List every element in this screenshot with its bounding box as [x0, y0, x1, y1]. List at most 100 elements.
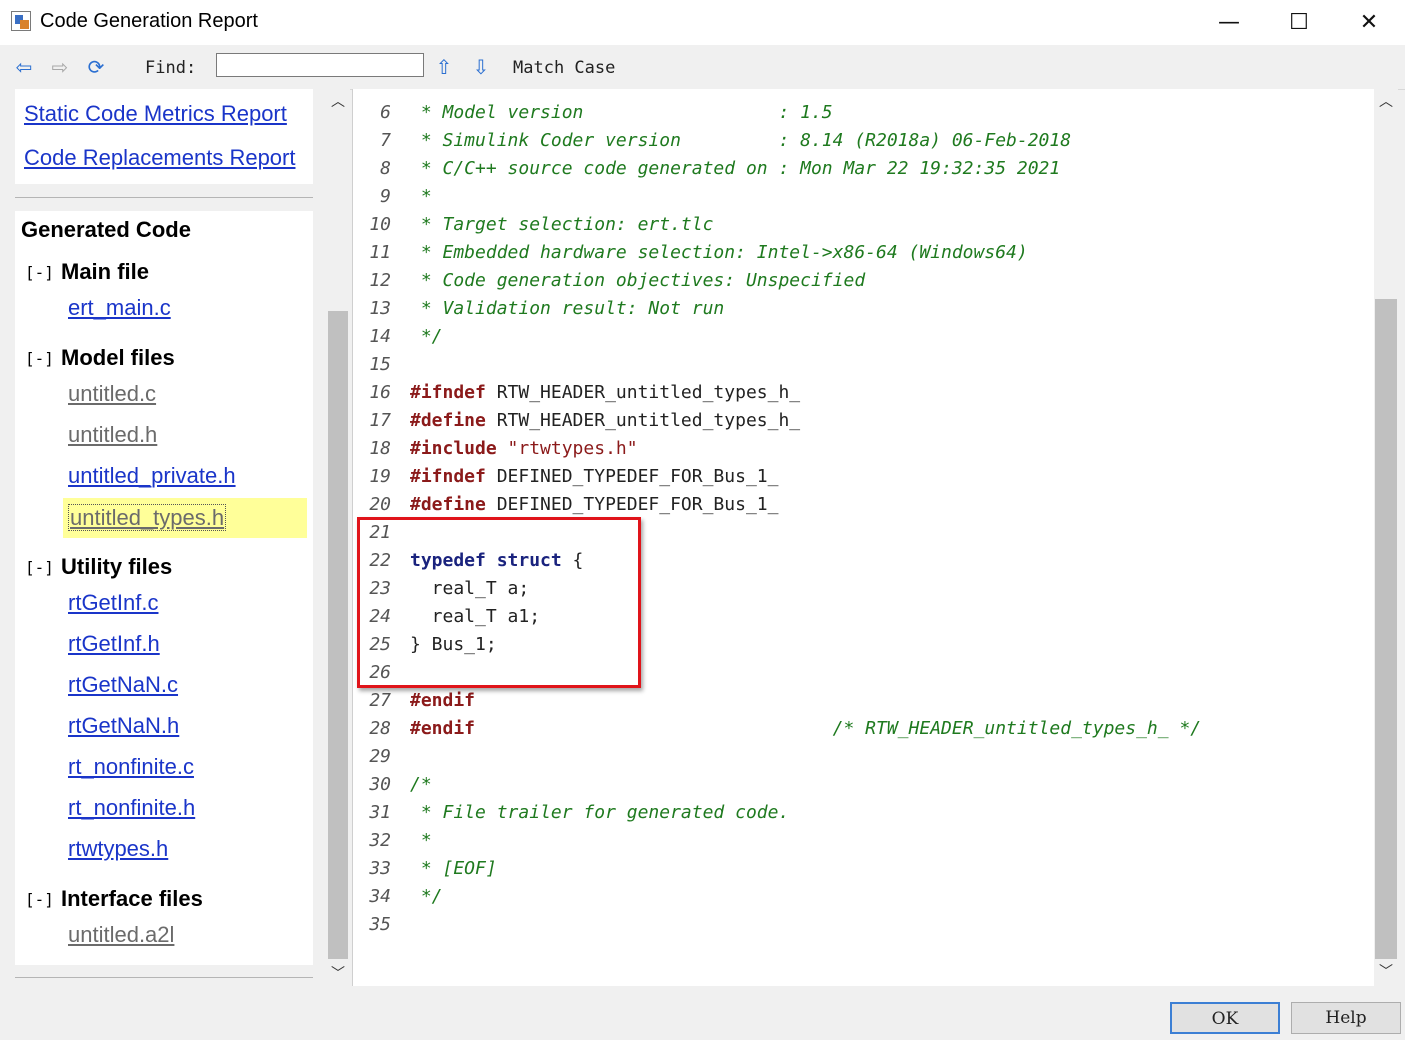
- scroll-down-icon[interactable]: ﹀: [1374, 961, 1398, 983]
- code-text: */: [410, 323, 443, 351]
- line-number: 15: [369, 354, 391, 375]
- navigation-scrollbar[interactable]: ︿ ﹀: [326, 89, 350, 987]
- close-button[interactable]: ✕: [1334, 0, 1404, 45]
- code-line: 34 */: [353, 883, 1374, 911]
- scroll-down-icon[interactable]: ﹀: [326, 963, 350, 985]
- file-link-rtgetnan-c[interactable]: rtGetNaN.c: [68, 672, 178, 698]
- window-title: Code Generation Report: [40, 10, 258, 32]
- code-text: #ifndef DEFINED_TYPEDEF_FOR_Bus_1_: [410, 463, 778, 491]
- file-link-ert-main-c[interactable]: ert_main.c: [68, 295, 171, 321]
- app-icon: [11, 11, 31, 31]
- match-case-option[interactable]: Match Case: [513, 58, 615, 78]
- code-line: 29: [353, 743, 1374, 771]
- line-number: 20: [369, 494, 391, 515]
- line-number: 8: [380, 158, 391, 179]
- scrollbar-thumb[interactable]: [328, 311, 348, 959]
- code-token: * Model version : 1.5: [410, 102, 833, 123]
- scroll-up-icon[interactable]: ︿: [326, 91, 350, 113]
- reports-panel: Static Code Metrics Report Code Replacem…: [15, 89, 313, 184]
- file-link-untitled-types-h-selected[interactable]: untitled_types.h: [63, 498, 307, 538]
- group-label: Model files: [61, 345, 175, 370]
- line-number: 10: [369, 214, 391, 235]
- find-next-icon[interactable]: ⇩: [469, 55, 493, 79]
- code-text: * Embedded hardware selection: Intel->x8…: [410, 239, 1028, 267]
- file-link-untitled-a2l[interactable]: untitled.a2l: [68, 922, 174, 948]
- code-text: #define RTW_HEADER_untitled_types_h_: [410, 407, 800, 435]
- code-line: 13 * Validation result: Not run: [353, 295, 1374, 323]
- line-number: 18: [369, 438, 391, 459]
- code-line: 18 #include "rtwtypes.h": [353, 435, 1374, 463]
- file-link-rtwtypes-h[interactable]: rtwtypes.h: [68, 836, 168, 862]
- file-link-rtgetinf-h[interactable]: rtGetInf.h: [68, 631, 160, 657]
- line-number: 7: [380, 130, 391, 151]
- file-link-untitled-private-h[interactable]: untitled_private.h: [68, 463, 236, 489]
- code-token: */: [410, 326, 443, 347]
- scrollbar-thumb[interactable]: [1375, 299, 1397, 959]
- minimize-button[interactable]: —: [1194, 0, 1264, 45]
- file-link-untitled-c[interactable]: untitled.c: [68, 381, 156, 407]
- help-button[interactable]: Help: [1291, 1002, 1401, 1034]
- code-line: 6 * Model version : 1.5: [353, 99, 1374, 127]
- navigation-pane: Static Code Metrics Report Code Replacem…: [0, 89, 326, 987]
- code-line: 28 #endif /* RTW_HEADER_untitled_types_h_…: [353, 715, 1374, 743]
- code-line: 33 * [EOF]: [353, 855, 1374, 883]
- collapse-toggle[interactable]: [-]: [25, 558, 54, 577]
- code-scrollbar[interactable]: ︿ ﹀: [1374, 89, 1398, 986]
- code-line: 9 *: [353, 183, 1374, 211]
- forward-arrow-icon[interactable]: ⇨: [48, 55, 72, 79]
- code-token: * Validation result: Not run: [410, 298, 725, 319]
- file-link-rt-nonfinite-c[interactable]: rt_nonfinite.c: [68, 754, 194, 780]
- ok-button[interactable]: OK: [1170, 1002, 1280, 1034]
- code-text: *: [410, 827, 432, 855]
- line-number: 6: [380, 102, 391, 123]
- code-line: 35: [353, 911, 1374, 939]
- line-number: 13: [369, 298, 391, 319]
- code-token: * Target selection: ert.tlc: [410, 214, 714, 235]
- code-token: #ifndef: [410, 466, 486, 487]
- file-link-untitled-h[interactable]: untitled.h: [68, 422, 157, 448]
- code-text: * Validation result: Not run: [410, 295, 724, 323]
- file-link-rtgetinf-c[interactable]: rtGetInf.c: [68, 590, 158, 616]
- code-text: /*: [410, 771, 432, 799]
- file-link-rt-nonfinite-h[interactable]: rt_nonfinite.h: [68, 795, 195, 821]
- code-token: RTW_HEADER_untitled_types_h_: [485, 410, 801, 431]
- collapse-toggle[interactable]: [-]: [25, 349, 54, 368]
- code-token: #include: [410, 438, 497, 459]
- code-replacements-link[interactable]: Code Replacements Report: [24, 145, 295, 171]
- code-token: "rtwtypes.h": [496, 438, 638, 459]
- code-line: 8 * C/C++ source code generated on : Mon…: [353, 155, 1374, 183]
- code-line: 31 * File trailer for generated code.: [353, 799, 1374, 827]
- code-text: #ifndef RTW_HEADER_untitled_types_h_: [410, 379, 800, 407]
- line-number: 16: [369, 382, 391, 403]
- static-code-metrics-link[interactable]: Static Code Metrics Report: [24, 101, 287, 127]
- code-token: * File trailer for generated code.: [410, 802, 790, 823]
- code-text: * File trailer for generated code.: [410, 799, 789, 827]
- line-number: 17: [369, 410, 391, 431]
- code-token: #ifndef: [410, 382, 486, 403]
- code-line: 19 #ifndef DEFINED_TYPEDEF_FOR_Bus_1_: [353, 463, 1374, 491]
- code-line: 10 * Target selection: ert.tlc: [353, 211, 1374, 239]
- code-line: 11 * Embedded hardware selection: Intel-…: [353, 239, 1374, 267]
- code-token: /*: [410, 774, 432, 795]
- line-number: 12: [369, 270, 391, 291]
- maximize-button[interactable]: ☐: [1264, 0, 1334, 45]
- code-line: 15: [353, 351, 1374, 379]
- code-line: 14 */: [353, 323, 1374, 351]
- group-label: Utility files: [61, 554, 173, 579]
- code-token: * Simulink Coder version : 8.14 (R2018a)…: [410, 130, 1072, 151]
- scroll-up-icon[interactable]: ︿: [1374, 91, 1398, 113]
- code-token: DEFINED_TYPEDEF_FOR_Bus_1_: [485, 494, 779, 515]
- line-number: 33: [369, 858, 391, 879]
- collapse-toggle[interactable]: [-]: [25, 890, 54, 909]
- collapse-toggle[interactable]: [-]: [25, 263, 54, 282]
- code-token: * [EOF]: [410, 858, 497, 879]
- find-input[interactable]: [216, 53, 424, 77]
- code-text: #endif: [410, 687, 475, 715]
- file-link-rtgetnan-h[interactable]: rtGetNaN.h: [68, 713, 179, 739]
- find-previous-icon[interactable]: ⇧: [432, 55, 456, 79]
- back-arrow-icon[interactable]: ⇦: [12, 55, 36, 79]
- find-label: Find:: [145, 58, 197, 78]
- group-label: Main file: [61, 259, 150, 284]
- line-number: 30: [369, 774, 391, 795]
- refresh-icon[interactable]: ⟳: [84, 55, 108, 79]
